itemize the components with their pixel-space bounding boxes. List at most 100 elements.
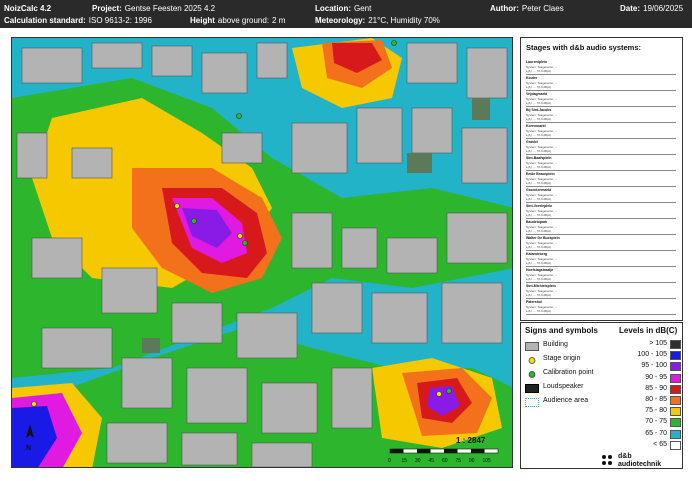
stage-row: Groentenmarkt System: Stagename, ... L(A):…: [526, 188, 676, 203]
north-label: N: [26, 445, 31, 452]
stage-name: Patershol: [526, 300, 542, 304]
stage-level-line: L(A): ... 70.0 dB(A): [526, 133, 552, 137]
stage-name: Bij Sint-Jacobs: [526, 108, 552, 112]
stage-level-line: L(A): ... 70.0 dB(A): [526, 293, 552, 297]
stage-name: Hoefslagstraatje: [526, 268, 554, 272]
noise-map[interactable]: N 1 : 2847 0 15 30 45 60 75 90 105: [11, 37, 513, 468]
level-swatch: [670, 384, 681, 394]
calc-info: Calculation standard: ISO 9613-2: 1996: [4, 16, 152, 25]
stage-row: Laurentplein System: Stagename, ... L(A): …: [526, 60, 676, 75]
project-value: Gentse Feesten 2025 4.2: [124, 4, 216, 13]
stage-level-line: L(A): ... 70.0 dB(A): [526, 229, 552, 233]
date-info: Date: 19/06/2025: [620, 4, 683, 13]
level-row: 65 - 70: [617, 429, 683, 441]
stage-level-line: L(A): ... 70.0 dB(A): [526, 277, 552, 281]
stage-level-line: L(A): ... 70.0 dB(A): [526, 197, 552, 201]
scale-tick-label: 30: [415, 458, 421, 464]
report-header: NoizCalc 4.2 Project: Gentse Feesten 2025…: [0, 0, 692, 28]
stage-level-line: L(A): ... 70.0 dB(A): [526, 85, 552, 89]
stage-name: Vrijdagmarkt: [526, 92, 548, 96]
level-label: > 105: [649, 340, 667, 347]
stage-row: Walter De Buckplein System: Stagename, ..…: [526, 236, 676, 251]
stage-name: Sint-Michielsplein: [526, 284, 556, 288]
location-label: Location:: [315, 4, 351, 13]
legend-building-label: Building: [543, 341, 568, 348]
stage-level-line: L(A): ... 70.0 dB(A): [526, 181, 552, 185]
building-swatch-icon: [525, 342, 539, 351]
scale-tick-label: 60: [442, 458, 448, 464]
stage-row: Kouter System: Stagename, ... L(A): ... 70…: [526, 76, 676, 91]
stage-name: Kalandeberg: [526, 252, 548, 256]
scale-tick-label: 15: [402, 458, 408, 464]
level-label: 90 - 95: [645, 373, 667, 381]
scale-ratio: 1 : 2847: [456, 436, 486, 445]
logo-line2: audiotechnik: [618, 461, 662, 468]
level-row: > 105: [617, 339, 683, 351]
level-swatch: [670, 351, 681, 361]
level-swatch: [670, 418, 681, 428]
legend-loudspeaker: Loudspeaker: [525, 383, 615, 395]
author-info: Author: Peter Claes: [490, 4, 564, 13]
stage-row: Sint-Michielsplein System: Stagename, ...…: [526, 284, 676, 299]
level-row: 70 - 75: [617, 417, 683, 429]
level-label: 75 - 80: [645, 407, 667, 415]
logo-line1: d&b: [618, 453, 632, 460]
black-bar-icon: [525, 384, 539, 393]
level-label: 70 - 75: [645, 418, 667, 426]
project-info: Project: Gentse Feesten 2025 4.2: [92, 4, 215, 13]
level-row: < 65: [617, 440, 683, 452]
db-logo-mark-icon: [602, 455, 612, 465]
level-label: 95 - 100: [641, 362, 667, 370]
stage-row: Patershol System: Stagename, ... L(A): ...…: [526, 300, 676, 315]
stage-name: Sint-Veerleplein: [526, 204, 553, 208]
stage-level-line: L(A): ... 70.0 dB(A): [526, 69, 552, 73]
height-value: 2 m: [272, 16, 286, 25]
legend-stage-origin: Stage origin: [525, 355, 615, 367]
level-label: 80 - 85: [645, 396, 667, 403]
stage-row: Hoefslagstraatje System: Stagename, ... L(…: [526, 268, 676, 283]
project-label: Project:: [92, 4, 122, 13]
height-info: Height above ground: 2 m: [190, 16, 285, 25]
level-row: 85 - 90: [617, 384, 683, 396]
legend-audience-area: Audience area: [525, 397, 615, 409]
noise-map-canvas: N 1 : 2847 0 15 30 45 60 75 90 105: [12, 38, 512, 467]
stage-name: Graslei: [526, 140, 538, 144]
level-label: < 65: [653, 440, 667, 448]
stage-name: Sint-Baafsplein: [526, 156, 552, 160]
stage-name: Walter De Buckplein: [526, 236, 560, 240]
db-logo: d&b audiotechnik: [601, 453, 681, 469]
scale-tick-label: 75: [456, 458, 462, 464]
yellow-dot-icon: [528, 357, 536, 364]
level-label: 100 - 105: [637, 351, 667, 359]
stage-row: Sint-Baafsplein System: Stagename, ... L(A…: [526, 156, 676, 171]
meteo-info: Meteorology: 21°C, Humidity 70%: [315, 16, 440, 25]
stages-title: Stages with d&b audio systems:: [526, 43, 642, 52]
green-dot-icon: [528, 371, 536, 378]
calc-label: Calculation standard:: [4, 16, 86, 25]
stage-level-line: L(A): ... 70.0 dB(A): [526, 149, 552, 153]
level-label: 65 - 70: [645, 429, 667, 437]
author-value: Peter Claes: [521, 4, 564, 13]
stage-level-line: L(A): ... 70.0 dB(A): [526, 101, 552, 105]
stage-row: Vrijdagmarkt System: Stagename, ... L(A): …: [526, 92, 676, 107]
stage-row: Sint-Veerleplein System: Stagename, ... L(…: [526, 204, 676, 219]
signs-title: Signs and symbols: [525, 326, 598, 335]
level-swatch: [670, 440, 681, 450]
stage-name: Emile Braunplein: [526, 172, 555, 176]
stage-row: Graslei System: Stagename, ... L(A): ... 7…: [526, 140, 676, 155]
meteo-value: 21°C, Humidity 70%: [368, 16, 440, 25]
scale-tick-label: 90: [469, 458, 475, 464]
date-value: 19/06/2025: [643, 4, 684, 13]
stage-level-line: L(A): ... 70.0 dB(A): [526, 261, 552, 265]
legend-panel: Signs and symbols Levels in dB(C) Buildi…: [520, 322, 683, 469]
app-title: NoizCalc 4.2: [4, 4, 52, 13]
stage-level-line: L(A): ... 70.0 dB(A): [526, 309, 552, 313]
level-row: 95 - 100: [617, 361, 683, 373]
legend-audience-area-label: Audience area: [543, 397, 589, 404]
level-swatch: [670, 373, 681, 383]
level-label: 85 - 90: [645, 384, 667, 392]
location-value: Gent: [354, 4, 372, 13]
level-swatch: [670, 340, 681, 349]
stage-name: Korenmarkt: [526, 124, 546, 128]
author-label: Author:: [490, 4, 519, 13]
